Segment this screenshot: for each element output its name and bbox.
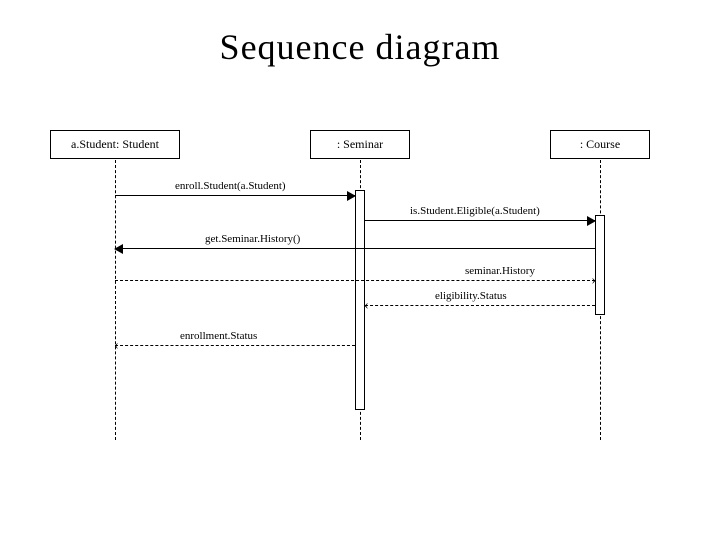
lifeline-student-head: a.Student: Student xyxy=(50,130,180,159)
arrow-left-open-icon: ‹ xyxy=(364,299,369,313)
msg-get-seminar-history-label: get.Seminar.History() xyxy=(205,233,300,245)
sequence-diagram: a.Student: Student : Seminar : Course en… xyxy=(50,130,670,460)
lifeline-student-line xyxy=(115,160,116,440)
arrow-left-icon xyxy=(114,244,123,254)
msg-is-eligible-label: is.Student.Eligible(a.Student) xyxy=(410,205,540,217)
arrow-right-open-icon: › xyxy=(591,274,596,288)
activation-course xyxy=(595,215,605,315)
msg-enrollment-status-label: enrollment.Status xyxy=(180,330,257,342)
msg-eligibility-status: eligibility.Status ‹ xyxy=(365,305,595,306)
arrow-right-icon xyxy=(347,191,356,201)
page-title: Sequence diagram xyxy=(0,0,720,68)
msg-seminar-history: seminar.History › xyxy=(115,280,595,281)
msg-seminar-history-label: seminar.History xyxy=(465,265,535,277)
msg-enroll-student: enroll.Student(a.Student) xyxy=(115,195,355,196)
msg-is-eligible: is.Student.Eligible(a.Student) xyxy=(365,220,595,221)
msg-enroll-student-label: enroll.Student(a.Student) xyxy=(175,180,286,192)
msg-enrollment-status: enrollment.Status ‹ xyxy=(115,345,355,346)
lifeline-course-head: : Course xyxy=(550,130,650,159)
arrow-right-icon xyxy=(587,216,596,226)
arrow-left-open-icon: ‹ xyxy=(114,339,119,353)
msg-eligibility-status-label: eligibility.Status xyxy=(435,290,507,302)
msg-get-seminar-history: get.Seminar.History() xyxy=(115,248,595,249)
lifeline-seminar-head: : Seminar xyxy=(310,130,410,159)
